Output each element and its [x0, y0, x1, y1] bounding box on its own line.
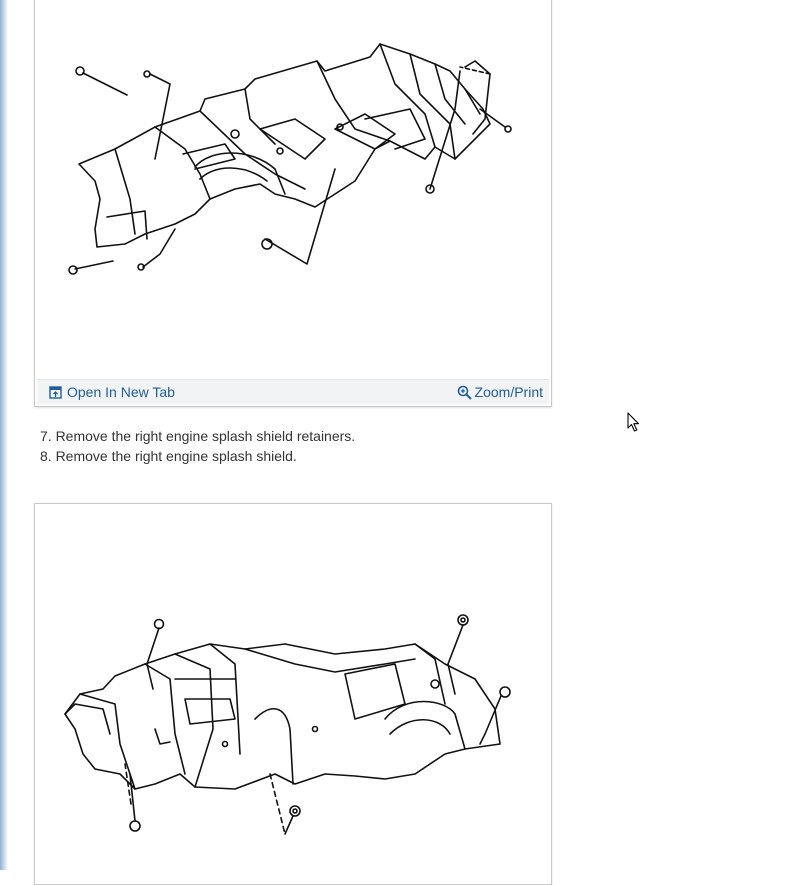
mouse-cursor-icon [627, 412, 640, 432]
window-edge-strip [0, 0, 8, 870]
zoom-in-icon [457, 385, 472, 400]
zoom-print-label: Zoom/Print [474, 384, 543, 400]
open-in-new-tab-label: Open In New Tab [67, 384, 175, 400]
procedure-steps: 7. Remove the right engine splash shield… [40, 426, 355, 466]
figure-2 [34, 503, 552, 885]
figure-1: Open In New Tab Zoom/Print [34, 0, 552, 407]
step-7: 7. Remove the right engine splash shield… [40, 428, 356, 444]
open-in-new-tab-button[interactable]: Open In New Tab [49, 384, 175, 400]
step-8: 8. Remove the right engine splash shield… [40, 448, 297, 464]
splash-shield-diagram-1 [68, 43, 512, 275]
splash-shield-diagram-2 [64, 614, 511, 835]
figure-1-toolbar: Open In New Tab Zoom/Print [37, 379, 549, 404]
zoom-print-button[interactable]: Zoom/Print [457, 384, 543, 400]
open-new-tab-icon [49, 385, 62, 399]
